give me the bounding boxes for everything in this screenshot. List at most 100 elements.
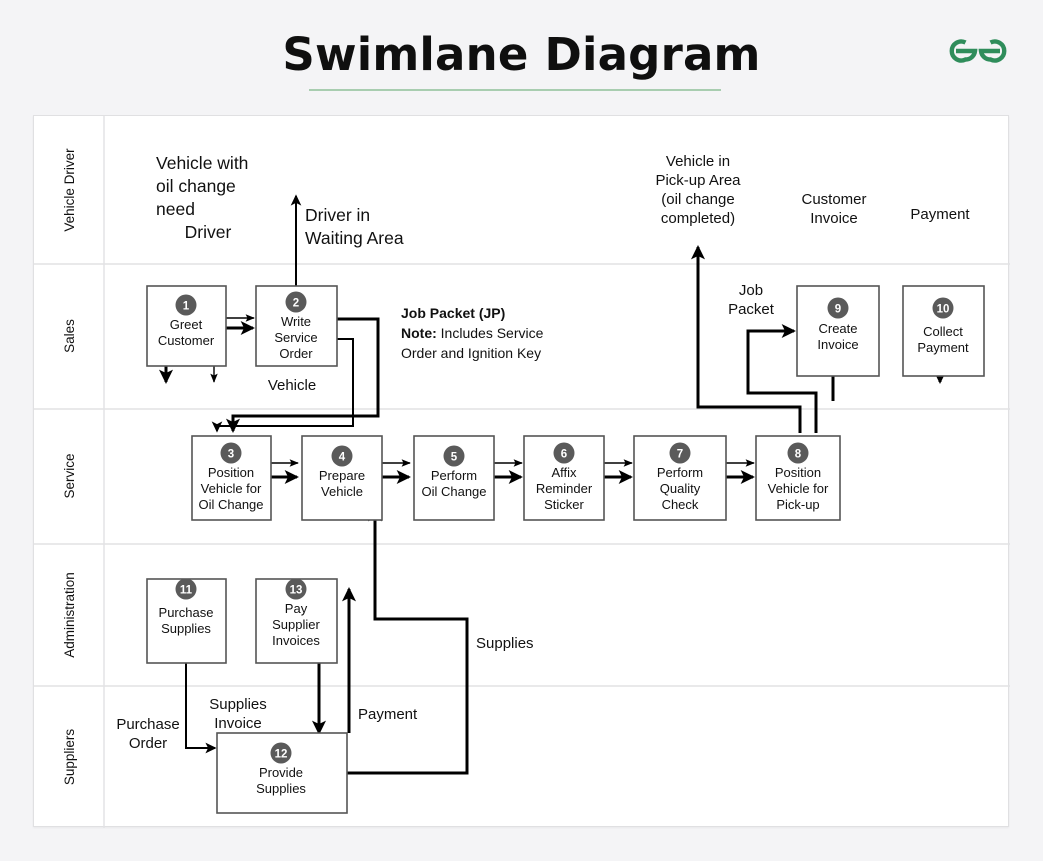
label-line: Invoice	[214, 715, 262, 732]
flow-label-vehicle-in-pickup-area: Vehicle in Pick-up Area (oil change comp…	[655, 153, 741, 227]
label-line: (oil change	[661, 191, 734, 208]
flow-label-payment-supplier: Payment	[358, 706, 418, 723]
label-line: Driver	[185, 222, 232, 242]
process-box-7[interactable]: 7 Perform Quality Check	[633, 435, 727, 521]
job-packet-note: Job Packet (JP) Note: Includes Service O…	[401, 305, 544, 361]
step-number: 5	[451, 452, 458, 464]
note-label: Note:	[401, 325, 437, 341]
process-box-12[interactable]: 12 Provide Supplies	[216, 732, 348, 814]
box-label-line: Purchase	[159, 605, 214, 620]
lane-dividers	[34, 116, 1010, 828]
note-line-2: Order and Ignition Key	[401, 345, 541, 361]
flow-label-vehicle: Vehicle	[268, 377, 316, 394]
box-label-line: Reminder	[536, 481, 593, 496]
box-label-line: Service	[274, 330, 317, 345]
note-line-1: Note: Includes Service	[401, 325, 544, 341]
label-line: Payment	[358, 706, 418, 723]
lane-label-text: Vehicle Driver	[62, 148, 77, 232]
label-line: Order	[129, 735, 167, 752]
flow-label-job-packet: Job Packet	[728, 282, 775, 318]
label-line: Waiting Area	[305, 228, 404, 248]
box-label-line: Supplier	[272, 617, 320, 632]
box-label-line: Oil Change	[198, 497, 263, 512]
box-label-line: Invoices	[272, 633, 320, 648]
box-label-line: Create	[818, 321, 857, 336]
lane-label-text: Suppliers	[62, 729, 77, 786]
lane-label-text: Service	[62, 453, 77, 498]
geeksforgeeks-logo	[949, 39, 1007, 63]
label-line: Vehicle in	[666, 153, 730, 170]
lane-label-suppliers: Suppliers	[62, 729, 77, 786]
box-label-line: Supplies	[256, 781, 306, 796]
step-number: 6	[561, 449, 567, 461]
process-box-13[interactable]: 13 Pay Supplier Invoices	[255, 578, 338, 664]
process-box-5[interactable]: 5 Perform Oil Change	[413, 435, 495, 521]
box-label-line: Vehicle for	[201, 481, 262, 496]
page-title: Swimlane Diagram	[282, 28, 761, 81]
label-line: Customer	[801, 191, 866, 208]
step-number: 11	[180, 585, 193, 597]
box-label-line: Vehicle for	[768, 481, 829, 496]
box-label-line: Greet	[170, 317, 203, 332]
process-box-2[interactable]: 2 Write Service Order	[255, 285, 338, 367]
label-line: Invoice	[810, 210, 858, 227]
page-header: Swimlane Diagram	[0, 0, 1043, 110]
label-line: Driver in	[305, 205, 370, 225]
box-label-line: Vehicle	[321, 484, 363, 499]
step-number: 9	[835, 304, 841, 316]
box-label-line: Customer	[158, 333, 215, 348]
process-box-3[interactable]: 3 Position Vehicle for Oil Change	[191, 435, 272, 521]
step-number: 1	[183, 301, 190, 313]
label-line: Purchase	[116, 716, 179, 733]
label-line: Vehicle	[268, 377, 316, 394]
label-line: Supplies	[476, 635, 534, 652]
label-line: Packet	[728, 301, 775, 318]
lane-label-text: Sales	[62, 319, 77, 353]
label-line: Supplies	[209, 696, 267, 713]
box-label-line: Perform	[657, 465, 703, 480]
flow-label-payment-top: Payment	[910, 206, 970, 223]
process-box-8[interactable]: 8 Position Vehicle for Pick-up	[755, 435, 841, 521]
process-box-1[interactable]: 1 Greet Customer	[146, 285, 227, 367]
label-line: Vehicle with	[156, 153, 248, 173]
label-line: need	[156, 199, 195, 219]
step-number: 4	[339, 452, 346, 464]
process-box-6[interactable]: 6 Affix Reminder Sticker	[523, 435, 605, 521]
label-line: oil change	[156, 176, 236, 196]
label-line: Job	[739, 282, 763, 299]
box-label-line: Write	[281, 314, 311, 329]
box-label-line: Order	[279, 346, 313, 361]
box-label-line: Pay	[285, 601, 308, 616]
process-box-9[interactable]: 9 Create Invoice	[796, 285, 880, 377]
flow-label-driver-in-waiting-area: Driver in Waiting Area	[305, 205, 404, 248]
step-number: 3	[228, 449, 234, 461]
screen-root: Swimlane Diagram Vehicle Driver Sales Se…	[0, 0, 1043, 861]
box-label-line: Payment	[917, 340, 969, 355]
box-label-line: Quality	[660, 481, 701, 496]
process-box-11[interactable]: 11 Purchase Supplies	[146, 578, 227, 664]
label-line: completed)	[661, 210, 735, 227]
label-line: Payment	[910, 206, 970, 223]
box-label-line: Supplies	[161, 621, 211, 636]
flow-label-driver: Driver	[185, 222, 232, 242]
box-label-line: Position	[208, 465, 254, 480]
lane-label-vehicle-driver: Vehicle Driver	[62, 148, 77, 232]
box-label-line: Pick-up	[776, 497, 819, 512]
step-number: 13	[290, 585, 303, 597]
lane-label-administration: Administration	[62, 572, 77, 658]
box-label-line: Position	[775, 465, 821, 480]
box-label-line: Perform	[431, 468, 477, 483]
step-number: 12	[275, 749, 288, 761]
note-title: Job Packet (JP)	[401, 305, 505, 321]
lane-label-text: Administration	[62, 572, 77, 658]
flow-supplies-to-prepare-vehicle	[347, 507, 469, 775]
swimlane-frame: Vehicle Driver Sales Service Administrat…	[33, 115, 1010, 828]
label-line: Pick-up Area	[655, 172, 741, 189]
process-box-4[interactable]: 4 Prepare Vehicle	[301, 435, 383, 521]
process-box-10[interactable]: 10 Collect Payment	[902, 285, 985, 377]
box-label-line: Oil Change	[421, 484, 486, 499]
flow-label-customer-invoice: Customer Invoice	[801, 191, 866, 227]
flow-label-purchase-order: Purchase Order	[116, 716, 179, 752]
step-number: 2	[293, 298, 299, 310]
box-label-line: Collect	[923, 324, 963, 339]
